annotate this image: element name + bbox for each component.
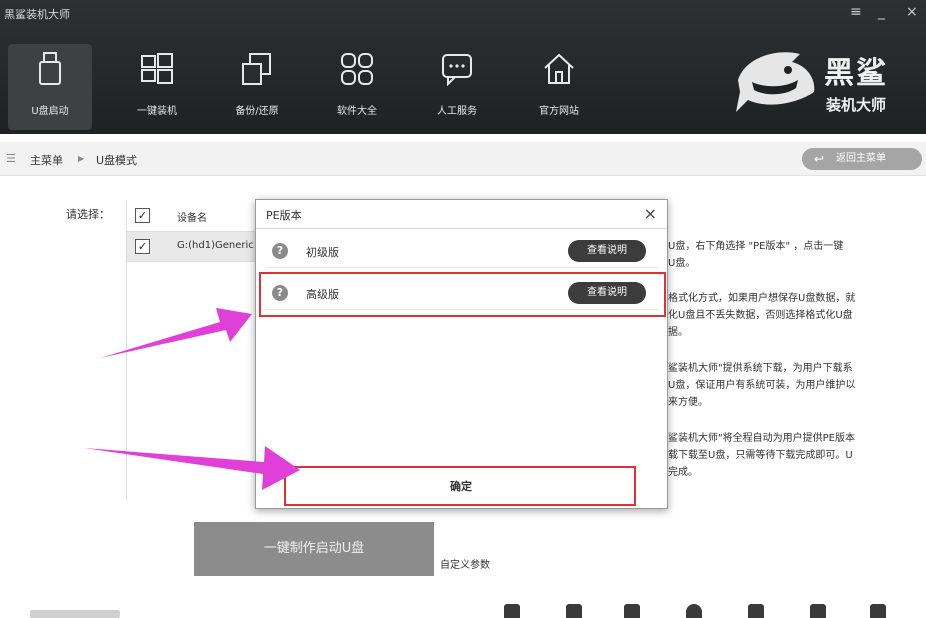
title-bar: 黑鲨装机大师 ≡ _ × U盘启动 一键装机 备份/还原 软件大全 人工服务 官…	[0, 0, 926, 134]
info-text-2: U盘。	[668, 258, 696, 269]
breadcrumb: ☰ 主菜单 ▶ U盘模式 ↩ 返回主菜单	[0, 142, 926, 176]
nav-software[interactable]: 软件大全	[318, 44, 396, 130]
tool-icon-2[interactable]	[566, 604, 582, 618]
tool-icon-7[interactable]	[870, 604, 886, 618]
windows-icon	[141, 53, 173, 84]
nav-backup-restore[interactable]: 备份/还原	[218, 44, 296, 130]
nav-usb-boot[interactable]: U盘启动	[8, 44, 92, 130]
table-header: ✓ 设备名	[127, 200, 259, 232]
info-text-4: 化U盘且不丢失数据，否则选择格式化U盘	[668, 310, 853, 321]
nav-label: 官方网站	[539, 106, 579, 117]
nav-label: 人工服务	[437, 106, 477, 117]
tool-icon-4[interactable]	[686, 604, 702, 618]
make-boot-usb-button[interactable]: 一键制作启动U盘	[194, 522, 434, 576]
header-device-name: 设备名	[177, 213, 207, 224]
custom-params-link[interactable]: 自定义参数	[440, 556, 490, 571]
nav-one-click-install[interactable]: 一键装机	[118, 44, 196, 130]
row-checkbox[interactable]: ✓	[135, 239, 150, 254]
info-text-9: 鲨装机大师"将全程自动为用户提供PE版本	[668, 433, 855, 444]
info-text-7: U盘，保证用户有系统可装，为用户维护以	[668, 380, 856, 391]
nav-label: 一键装机	[137, 106, 177, 117]
help-icon: ?	[272, 243, 288, 259]
back-to-menu-button[interactable]: ↩ 返回主菜单	[802, 148, 922, 170]
list-icon[interactable]: ☰	[6, 152, 16, 165]
device-table: ✓ 设备名 ✓ G:(hd1)Generic	[126, 200, 259, 500]
highlight-advanced-option	[259, 272, 666, 317]
nav-support[interactable]: 人工服务	[418, 44, 496, 130]
menu-icon[interactable]: ≡	[850, 4, 862, 20]
shark-logo-icon	[736, 52, 815, 112]
backup-icon	[242, 53, 271, 85]
tool-icon-3[interactable]	[624, 604, 640, 618]
info-text-1: U盘，右下角选择 "PE版本" ，点击一键	[668, 241, 844, 252]
logo-text: 黑鲨	[824, 56, 888, 91]
breadcrumb-root[interactable]: 主菜单	[30, 152, 63, 168]
option-name: 初级版	[306, 246, 339, 259]
table-row[interactable]: ✓ G:(hd1)Generic	[127, 232, 259, 262]
view-details-button[interactable]: 查看说明	[568, 240, 646, 262]
select-all-checkbox[interactable]: ✓	[135, 208, 150, 223]
tool-icon-1[interactable]	[504, 604, 520, 618]
info-text-8: 来方便。	[668, 397, 708, 408]
dialog-divider	[256, 228, 667, 229]
close-button[interactable]: ×	[906, 4, 918, 20]
brand-logo: 黑鲨 装机大师	[730, 40, 910, 120]
tool-icon-6[interactable]	[810, 604, 826, 618]
logo-subtext: 装机大师	[826, 96, 887, 114]
highlight-confirm-button	[284, 466, 636, 506]
info-text-11: 完成。	[668, 467, 698, 478]
nav-label: 备份/还原	[235, 106, 279, 117]
dialog-close-button[interactable]: ×	[644, 204, 657, 223]
breadcrumb-current: U盘模式	[96, 154, 138, 167]
return-icon: ↩	[814, 152, 825, 166]
info-text-5: 据。	[668, 327, 688, 338]
select-label: 请选择：	[66, 208, 110, 221]
pe-version-dialog: PE版本 × ? 初级版 查看说明 ? 高级版 查看说明 确定	[255, 199, 668, 509]
info-text-10: 载下载至U盘，只需等待下载完成即可。U	[668, 450, 853, 461]
tool-icon-5[interactable]	[748, 604, 764, 618]
nav-website[interactable]: 官方网站	[520, 44, 598, 130]
nav-label: U盘启动	[31, 106, 69, 117]
apps-icon	[341, 53, 373, 85]
bottom-toolbar	[500, 604, 900, 618]
usb-icon	[39, 52, 61, 85]
breadcrumb-separator: ▶	[78, 154, 85, 163]
status-text-partial	[30, 610, 120, 618]
info-text-6: 鲨装机大师"提供系统下载，为用户下载系	[668, 363, 853, 374]
minimize-button[interactable]: _	[878, 4, 885, 20]
back-button-label: 返回主菜单	[836, 153, 886, 164]
home-icon	[544, 53, 574, 84]
info-text-3: 格式化方式，如果用户想保存U盘数据，就	[668, 293, 856, 304]
nav-label: 软件大全	[337, 106, 377, 117]
dialog-title: PE版本	[266, 209, 302, 222]
chat-icon	[442, 54, 472, 86]
app-title: 黑鲨装机大师	[4, 8, 70, 21]
device-name: G:(hd1)Generic	[177, 240, 254, 251]
option-basic[interactable]: ? 初级版 查看说明	[266, 234, 658, 268]
